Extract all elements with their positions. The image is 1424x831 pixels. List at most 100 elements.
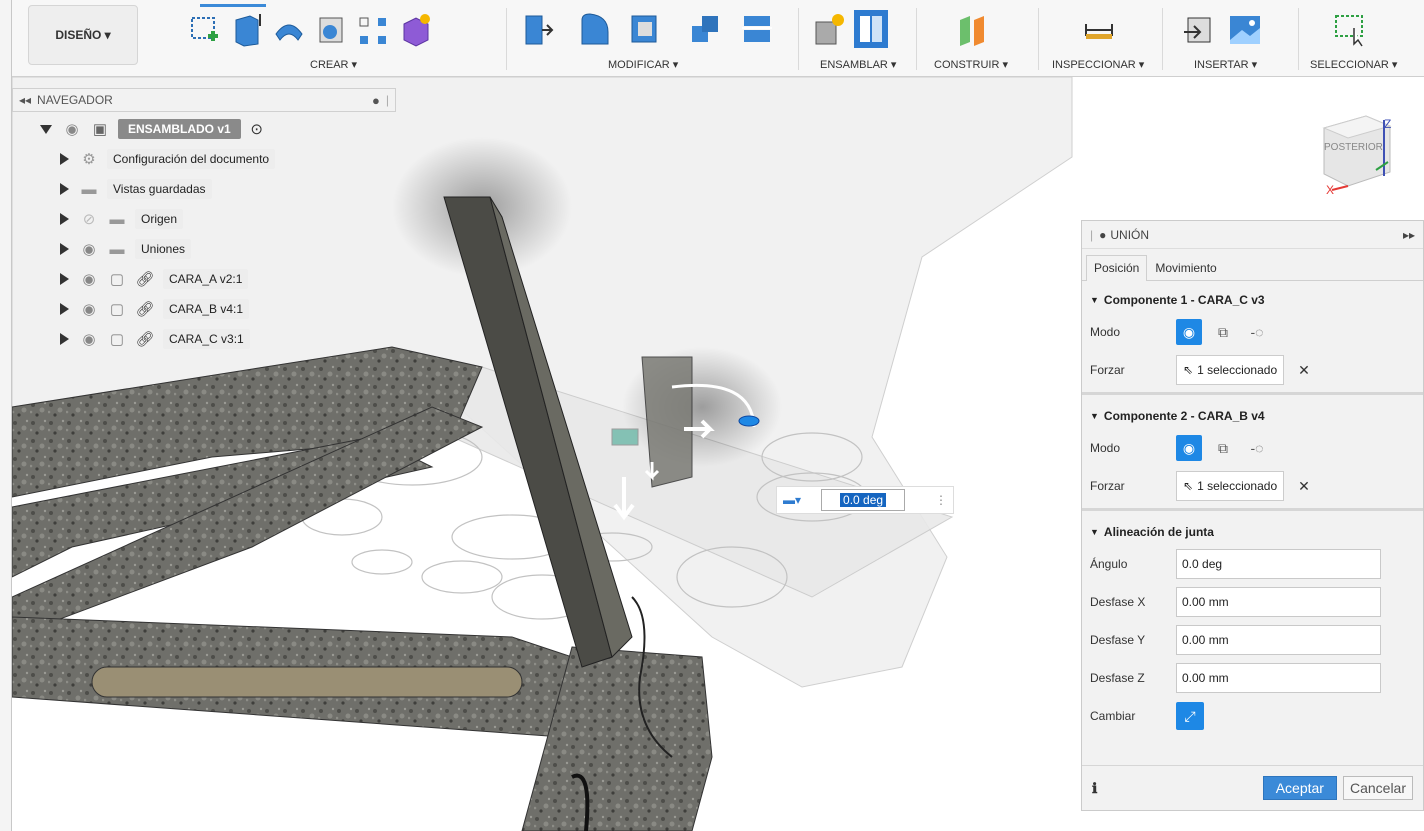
tree-item[interactable]: ⊘ ▬ Origen: [12, 204, 396, 234]
offset-z-field[interactable]: [1176, 663, 1381, 693]
construct-menu[interactable]: CONSTRUIR ▾: [934, 58, 1008, 71]
collapse-browser-icon[interactable]: ◂◂: [19, 93, 31, 107]
insert-menu[interactable]: INSERTAR ▾: [1194, 58, 1257, 71]
mode-two-edges-icon[interactable]: -◌: [1244, 435, 1270, 461]
accept-button[interactable]: Aceptar: [1262, 776, 1337, 800]
mode-two-edges-icon[interactable]: -◌: [1244, 319, 1270, 345]
flip-label: Cambiar: [1090, 709, 1136, 723]
revolve-icon[interactable]: [272, 10, 306, 48]
viewcube[interactable]: POSTERIOR X Z: [1318, 110, 1396, 200]
alignment-section-header[interactable]: ▼ Alineación de junta: [1082, 519, 1423, 545]
mode-simple-icon[interactable]: ◉: [1176, 435, 1202, 461]
toolbar-separator: [506, 8, 507, 70]
angle-input-value[interactable]: 0.0 deg: [840, 493, 887, 507]
new-component-icon[interactable]: [812, 10, 846, 48]
angle-type-dropdown-icon[interactable]: ▬▾: [783, 493, 801, 507]
fillet-icon[interactable]: [578, 10, 612, 48]
z-axis-label: Z: [1384, 117, 1391, 131]
cursor-arrow-icon: ⇖: [1183, 363, 1194, 377]
component2-section-header[interactable]: ▼ Componente 2 - CARA_B v4: [1082, 403, 1423, 429]
visibility-eye-icon[interactable]: ◉: [62, 119, 82, 139]
create-form-icon[interactable]: [398, 10, 432, 48]
tree-item[interactable]: ◉ ▢ 🔗︎ CARA_B v4:1: [12, 294, 396, 324]
design-workspace-button[interactable]: DISEÑO ▾: [28, 5, 138, 65]
link-icon: 🔗︎: [135, 331, 155, 348]
clear-selection-button[interactable]: ✕: [1298, 478, 1310, 495]
visibility-eye-icon[interactable]: ◉: [79, 329, 99, 349]
component1-heading: Componente 1 - CARA_C v3: [1103, 293, 1265, 307]
viewcube-face-label[interactable]: POSTERIOR: [1324, 142, 1383, 153]
main-toolbar: DISEÑO ▾ CREAR ▾ MODIFICAR ▾ ENSAMBLAR ▾…: [12, 0, 1424, 77]
gear-icon: ⚙: [82, 151, 96, 168]
component1-section-header[interactable]: ▼ Componente 1 - CARA_C v3: [1082, 287, 1423, 313]
tree-item[interactable]: ◉ ▢ 🔗︎ CARA_C v3:1: [12, 324, 396, 354]
dialog-grip-icon[interactable]: |: [1090, 228, 1093, 242]
mode-simple-icon[interactable]: ◉: [1176, 319, 1202, 345]
insert-derive-icon[interactable]: [1182, 10, 1216, 48]
mode-label: Modo: [1090, 325, 1121, 339]
press-pull-icon[interactable]: [522, 10, 556, 48]
tree-item[interactable]: ▬ Vistas guardadas: [12, 174, 396, 204]
angle-field[interactable]: [1176, 549, 1381, 579]
tree-item[interactable]: ◉ ▬ Uniones: [12, 234, 396, 264]
extrude-icon[interactable]: [230, 10, 264, 48]
assemble-menu[interactable]: ENSAMBLAR ▾: [820, 58, 896, 71]
browser-grip-icon[interactable]: |: [386, 93, 389, 107]
info-icon[interactable]: ℹ: [1092, 780, 1097, 797]
expand-triangle-icon[interactable]: [40, 124, 52, 134]
tree-item[interactable]: ⚙ Configuración del documento: [12, 144, 396, 174]
fusion-app: DISEÑO ▾ CREAR ▾ MODIFICAR ▾ ENSAMBLAR ▾…: [0, 0, 1424, 831]
measure-icon[interactable]: [1082, 10, 1116, 48]
more-options-icon[interactable]: ⋮: [935, 493, 947, 507]
modify-menu[interactable]: MODIFICAR ▾: [608, 58, 678, 71]
expand-triangle-icon[interactable]: [60, 303, 69, 315]
tree-item-label: CARA_A v2:1: [163, 269, 249, 289]
cancel-button[interactable]: Cancelar: [1342, 776, 1413, 800]
expand-dialog-icon[interactable]: ▸▸: [1403, 228, 1415, 242]
select-icon[interactable]: [1332, 10, 1366, 48]
shell-icon[interactable]: [314, 10, 348, 48]
insert-canvas-icon[interactable]: [1228, 10, 1262, 48]
snap-selection-box[interactable]: ⇖ 1 seleccionado: [1176, 471, 1285, 501]
mode-between-faces-icon[interactable]: ⧉: [1210, 319, 1236, 345]
offset-y-field[interactable]: [1176, 625, 1381, 655]
expand-triangle-icon[interactable]: [60, 333, 69, 345]
root-assembly-label[interactable]: ENSAMBLADO v1: [118, 119, 241, 139]
expand-triangle-icon[interactable]: [60, 213, 69, 225]
snap-selection-box[interactable]: ⇖ 1 seleccionado: [1176, 355, 1285, 385]
tab-position[interactable]: Posición: [1086, 255, 1148, 281]
expand-triangle-icon[interactable]: [60, 243, 69, 255]
tree-root-row[interactable]: ◉ ▣ ENSAMBLADO v1 ⊙: [12, 114, 396, 144]
visibility-eye-icon[interactable]: ◉: [79, 239, 99, 259]
expand-triangle-icon[interactable]: [60, 273, 69, 285]
visibility-eye-icon[interactable]: ◉: [79, 269, 99, 289]
hidden-eye-icon[interactable]: ⊘: [79, 209, 99, 229]
activate-radio-icon[interactable]: ⊙: [247, 119, 267, 139]
flip-icon[interactable]: ⤢: [1176, 702, 1204, 730]
inspect-menu[interactable]: INSPECCIONAR ▾: [1052, 58, 1144, 71]
component2-snap-row: Forzar ⇖ 1 seleccionado ✕: [1082, 467, 1423, 505]
expand-triangle-icon[interactable]: [60, 183, 69, 195]
combine-icon[interactable]: [688, 10, 722, 48]
tree-item[interactable]: ◉ ▢ 🔗︎ CARA_A v2:1: [12, 264, 396, 294]
dialog-pin-icon[interactable]: ●: [1099, 228, 1106, 242]
clear-selection-button[interactable]: ✕: [1298, 362, 1310, 379]
link-icon: 🔗︎: [135, 271, 155, 288]
shell-modify-icon[interactable]: [628, 10, 662, 48]
rectangular-pattern-icon[interactable]: [356, 10, 390, 48]
offset-plane-icon[interactable]: [956, 10, 990, 48]
snap-label: Forzar: [1090, 363, 1125, 377]
expand-triangle-icon[interactable]: [60, 153, 69, 165]
browser-pin-icon[interactable]: ●: [372, 93, 380, 108]
tab-motion[interactable]: Movimiento: [1147, 255, 1224, 280]
select-menu[interactable]: SELECCIONAR ▾: [1310, 58, 1397, 71]
create-menu[interactable]: CREAR ▾: [310, 58, 357, 71]
offset-x-field[interactable]: [1176, 587, 1381, 617]
angle-input-box[interactable]: 0.0 deg: [821, 489, 906, 511]
joint-icon[interactable]: [854, 10, 888, 48]
snap-selection-value: 1 seleccionado: [1197, 479, 1278, 493]
split-body-icon[interactable]: [740, 10, 774, 48]
create-sketch-icon[interactable]: [188, 10, 222, 48]
visibility-eye-icon[interactable]: ◉: [79, 299, 99, 319]
mode-between-faces-icon[interactable]: ⧉: [1210, 435, 1236, 461]
